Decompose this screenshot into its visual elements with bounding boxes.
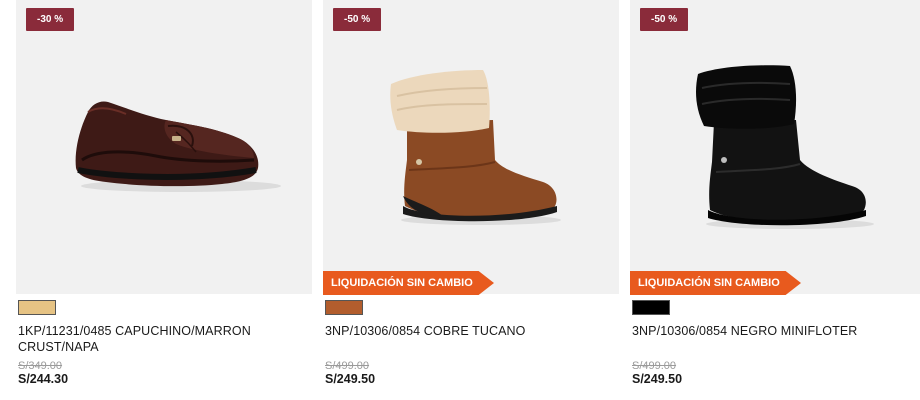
original-price: S/349.00 [18,360,63,372]
color-swatch[interactable] [325,300,363,315]
color-swatch[interactable] [18,300,56,315]
color-swatch[interactable] [632,300,670,315]
tan-boot-image [390,70,561,225]
black-boot-image [696,65,874,229]
product-card[interactable]: -50 % LIQUIDACIÓN SIN CAMBIO 3NP/10306/0… [630,0,920,400]
original-price: S/499.00 [325,360,370,372]
product-card[interactable]: -30 % 1KP/11231/0485 CAPUCHINO/MARRON CR… [16,0,312,400]
discount-badge: -50 % [333,8,382,31]
product-name[interactable]: 1KP/11231/0485 CAPUCHINO/MARRON CRUST/NA… [18,323,308,355]
product-image[interactable]: -30 % [16,0,312,294]
liquidation-badge: LIQUIDACIÓN SIN CAMBIO [323,271,494,295]
original-price: S/499.00 [632,360,677,372]
product-card[interactable]: -50 % LIQUIDACIÓN SIN CAMBIO 3NP/10306/0… [323,0,619,400]
sale-price: S/244.30 [18,372,69,386]
discount-badge: -30 % [26,8,75,31]
sale-price: S/249.50 [325,372,376,386]
product-name[interactable]: 3NP/10306/0854 NEGRO MINIFLOTER [632,323,920,339]
liquidation-badge: LIQUIDACIÓN SIN CAMBIO [630,271,801,295]
loafer-image [75,101,281,192]
product-image[interactable]: -50 % LIQUIDACIÓN SIN CAMBIO [630,0,920,295]
sale-price: S/249.50 [632,372,683,386]
discount-badge: -50 % [640,8,689,31]
product-name[interactable]: 3NP/10306/0854 COBRE TUCANO [325,323,615,339]
product-image[interactable]: -50 % LIQUIDACIÓN SIN CAMBIO [323,0,619,295]
